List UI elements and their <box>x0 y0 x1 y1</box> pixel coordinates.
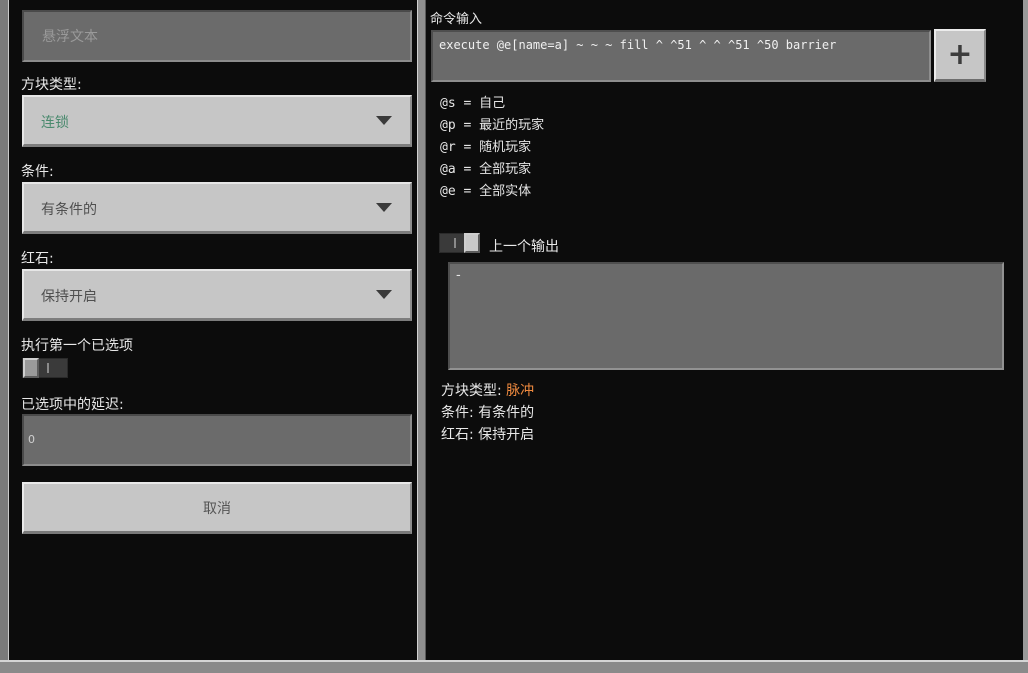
block-type-dropdown[interactable]: 连锁 <box>22 95 412 147</box>
info-block-type-value: 脉冲 <box>506 383 535 399</box>
left-frame <box>0 0 9 673</box>
command-input-label: 命令输入 <box>430 12 483 27</box>
block-type-label: 方块类型: <box>21 77 82 93</box>
toggle-knob <box>23 358 39 378</box>
delay-label: 已选项中的延迟: <box>21 397 124 413</box>
selector-help-line: @p = 最近的玩家 <box>440 118 545 133</box>
right-frame <box>1023 0 1028 673</box>
execute-first-toggle[interactable] <box>22 358 68 378</box>
bottom-frame <box>0 660 1028 673</box>
command-text: execute @e[name=a] ~ ~ ~ fill ^ ^51 ^ ^ … <box>439 38 837 52</box>
execute-first-label: 执行第一个已选项 <box>21 338 133 354</box>
cancel-button[interactable]: 取消 <box>22 482 412 534</box>
selector-help-line: @r = 随机玩家 <box>440 140 532 155</box>
toggle-mark-icon <box>47 363 49 373</box>
hover-text-input[interactable]: 悬浮文本 <box>22 10 412 62</box>
panel-divider <box>417 0 426 660</box>
chevron-down-icon <box>376 116 392 125</box>
info-block-type: 方块类型: 脉冲 <box>441 380 534 400</box>
hover-text-placeholder: 悬浮文本 <box>42 29 98 45</box>
chevron-down-icon <box>376 290 392 299</box>
add-command-button[interactable]: + <box>934 29 986 82</box>
delay-value: 0 <box>28 433 35 446</box>
block-type-value: 连锁 <box>41 115 69 131</box>
previous-output-box: - <box>448 262 1004 370</box>
selector-help-line: @e = 全部实体 <box>440 184 532 199</box>
toggle-mark-icon <box>454 238 456 248</box>
condition-value: 有条件的 <box>41 202 97 218</box>
redstone-value: 保持开启 <box>41 289 97 305</box>
info-condition: 条件: 有条件的 <box>441 405 535 421</box>
condition-label: 条件: <box>21 164 54 180</box>
info-redstone: 红石: 保持开启 <box>441 427 535 443</box>
previous-output-text: - <box>456 268 461 283</box>
previous-output-label: 上一个输出 <box>489 239 559 255</box>
condition-dropdown[interactable]: 有条件的 <box>22 182 412 234</box>
plus-icon: + <box>947 37 973 72</box>
selector-help-line: @s = 自己 <box>440 96 506 111</box>
previous-output-toggle[interactable] <box>439 233 480 253</box>
selector-help-line: @a = 全部玩家 <box>440 162 532 177</box>
delay-input[interactable]: 0 <box>22 414 412 466</box>
command-block-screen: 悬浮文本 方块类型: 连锁 条件: 有条件的 红石: 保持开启 执行第一个已选项… <box>0 0 1028 673</box>
redstone-label: 红石: <box>21 251 54 267</box>
toggle-knob <box>464 233 480 253</box>
command-input[interactable]: execute @e[name=a] ~ ~ ~ fill ^ ^51 ^ ^ … <box>431 30 931 82</box>
command-panel: 命令输入 execute @e[name=a] ~ ~ ~ fill ^ ^51… <box>426 0 1023 660</box>
settings-panel: 悬浮文本 方块类型: 连锁 条件: 有条件的 红石: 保持开启 执行第一个已选项… <box>9 0 417 660</box>
chevron-down-icon <box>376 203 392 212</box>
info-block-type-label: 方块类型: <box>441 383 502 399</box>
redstone-dropdown[interactable]: 保持开启 <box>22 269 412 321</box>
